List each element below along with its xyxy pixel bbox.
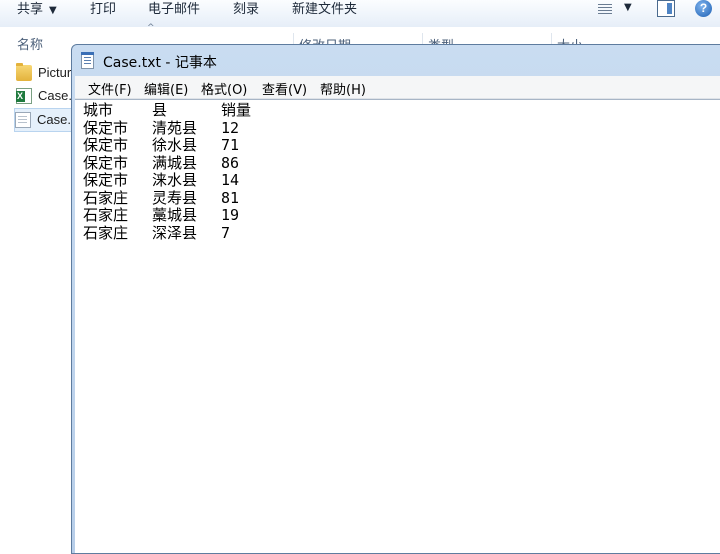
- document-text: 城市县销量 保定市 清苑县 12 保定市 徐水县 71 保定市 满城县 86 保定市 涞水县 1…: [83, 101, 281, 243]
- menu-view[interactable]: 查看(V): [262, 79, 307, 98]
- text-cell: 7: [221, 223, 231, 242]
- text-line-header: 城市 县 销量: [83, 101, 281, 120]
- text-cell: 86: [221, 153, 240, 172]
- menu-format[interactable]: 格式(O): [201, 79, 247, 98]
- text-cell: 71: [221, 136, 240, 154]
- file-name: Pictur: [38, 65, 72, 80]
- text-line: 保定市 满城县 86: [83, 153, 281, 173]
- folder-icon: [16, 63, 32, 81]
- share-label: 共享: [17, 2, 44, 17]
- preview-pane-button[interactable]: [657, 0, 675, 17]
- window-title: Case.txt - 记事本: [103, 55, 217, 71]
- text-cell: 深泽县: [152, 223, 198, 242]
- chevron-down-icon: ▼: [49, 5, 57, 16]
- notepad-titlebar[interactable]: Case.txt - 记事本: [72, 45, 720, 76]
- text-cell: 涞水县: [152, 171, 198, 189]
- file-name: Case.: [37, 112, 71, 127]
- details-view-icon: [598, 4, 612, 16]
- text-cell: 藁城县: [152, 206, 198, 224]
- text-cell: 保定市: [83, 171, 129, 189]
- text-line: 石家庄 灵寿县 81: [83, 188, 281, 208]
- text-cell: 保定市: [83, 153, 129, 172]
- notepad-window[interactable]: Case.txt - 记事本 文件(F) 编辑(E) 格式(O) 查看(V) 帮…: [71, 44, 720, 554]
- print-button[interactable]: 打印: [90, 0, 116, 20]
- text-cell: 石家庄: [83, 223, 129, 242]
- explorer-toolbar: 共享 ▼ 打印 电子邮件 刻录 新建文件夹 ▼ ?: [0, 0, 720, 28]
- text-cell: 19: [221, 206, 240, 224]
- text-cell: 满城县: [152, 153, 198, 172]
- change-view-button[interactable]: ▼: [596, 2, 636, 18]
- column-header-name[interactable]: 名称: [17, 34, 43, 53]
- text-line: 保定市 清苑县 12: [83, 118, 281, 138]
- text-line: 石家庄 藁城县 19: [83, 206, 281, 225]
- menu-bar: 文件(F) 编辑(E) 格式(O) 查看(V) 帮助(H): [75, 76, 720, 99]
- burn-button[interactable]: 刻录: [233, 0, 259, 20]
- sort-ascending-icon: ^: [147, 23, 155, 33]
- text-cell: 清苑县: [152, 118, 198, 137]
- help-button[interactable]: ?: [695, 0, 712, 17]
- text-cell: 14: [221, 171, 240, 189]
- notepad-icon: [81, 52, 94, 69]
- text-line: 保定市 涞水县 14: [83, 171, 281, 190]
- share-button[interactable]: 共享 ▼: [17, 0, 57, 20]
- file-name: Case.: [38, 88, 72, 103]
- new-folder-button[interactable]: 新建文件夹: [292, 0, 357, 20]
- menu-file[interactable]: 文件(F): [88, 79, 132, 98]
- text-cell: 石家庄: [83, 206, 129, 224]
- text-cell: 保定市: [83, 136, 129, 154]
- excel-file-icon: [16, 88, 32, 104]
- text-file-icon: [15, 112, 31, 128]
- text-cell: 销量: [221, 101, 252, 119]
- file-list-item[interactable]: Pictur: [16, 62, 76, 84]
- text-cell: 城市: [83, 101, 114, 119]
- text-editor-area[interactable]: 城市县销量 保定市 清苑县 12 保定市 徐水县 71 保定市 满城县 86 保定市 涞水县 1…: [75, 99, 720, 553]
- text-cell: 12: [221, 118, 240, 137]
- text-line: 保定市 徐水县 71: [83, 136, 281, 155]
- menu-edit[interactable]: 编辑(E): [144, 79, 188, 98]
- menu-help[interactable]: 帮助(H): [320, 79, 366, 98]
- text-cell: 灵寿县: [152, 188, 198, 207]
- text-cell: 石家庄: [83, 188, 129, 207]
- chevron-down-icon: ▼: [624, 2, 632, 13]
- text-line: 石家庄 深泽县 7: [83, 223, 281, 243]
- file-list-item[interactable]: Case.: [16, 85, 76, 107]
- email-button[interactable]: 电子邮件: [148, 0, 200, 20]
- text-cell: 81: [221, 188, 240, 207]
- text-cell: 县: [152, 101, 168, 119]
- text-cell: 保定市: [83, 118, 129, 137]
- text-cell: 徐水县: [152, 136, 198, 154]
